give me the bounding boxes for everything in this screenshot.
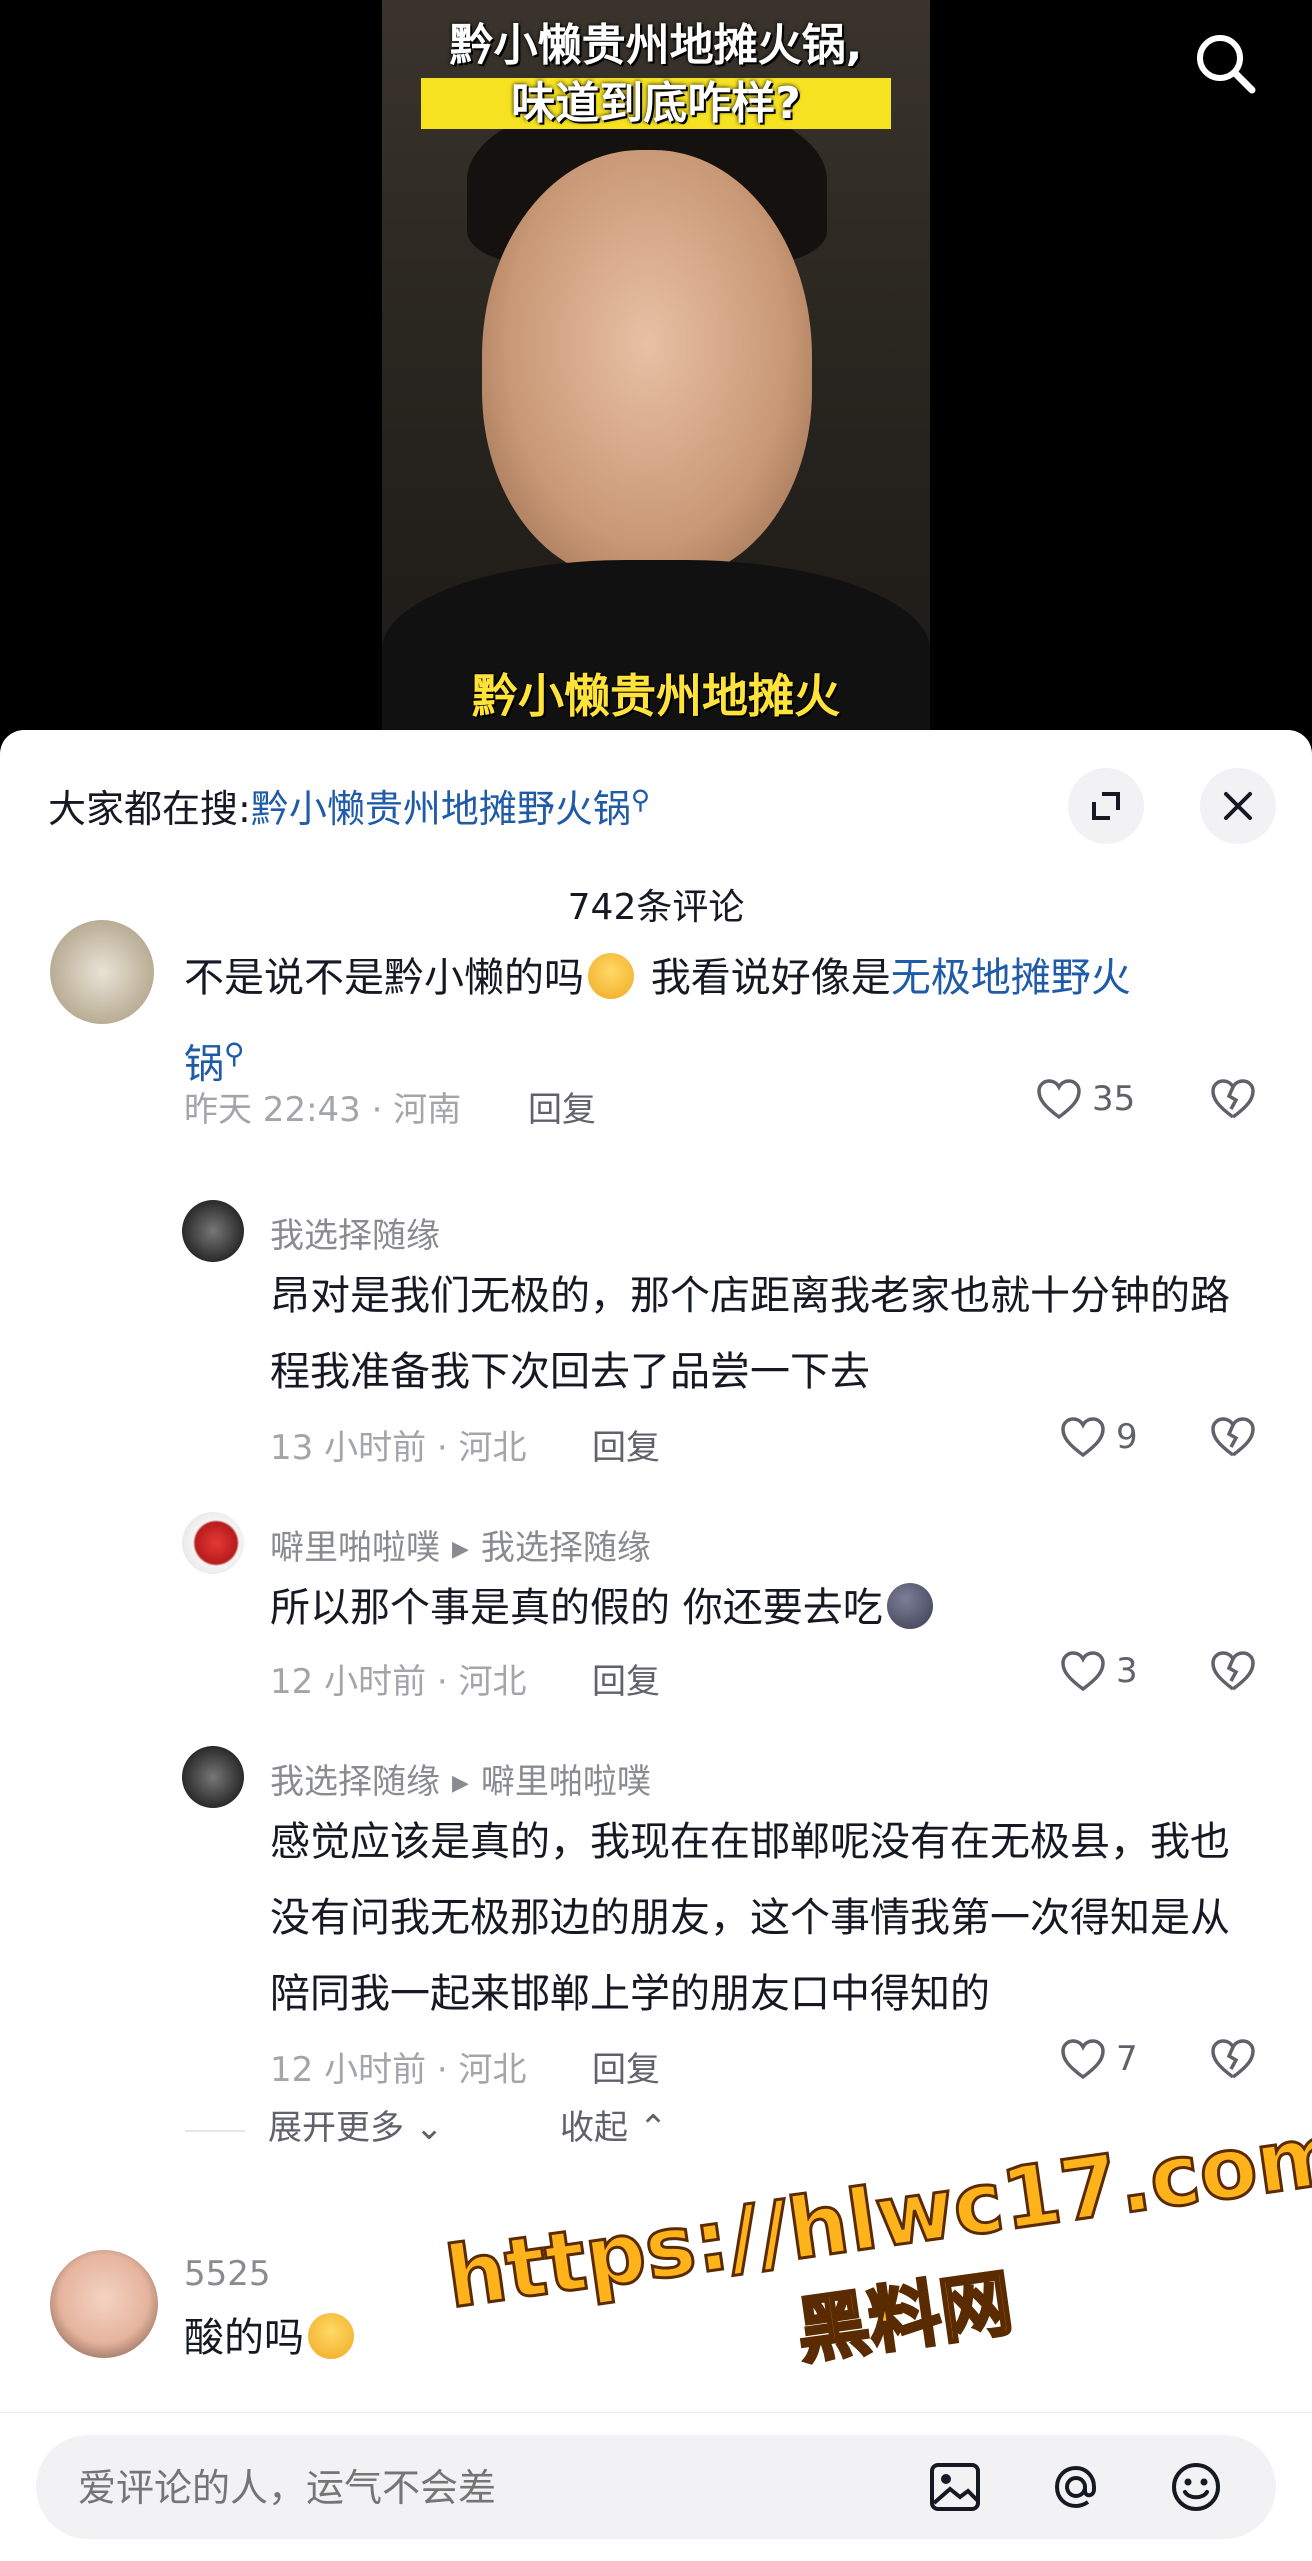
like-button[interactable]: 3 (1060, 1650, 1138, 1692)
heart-icon (1061, 2039, 1105, 2080)
image-button[interactable] (926, 2457, 986, 2517)
fullscreen-button[interactable] (1068, 768, 1144, 844)
comment-item: 不是说不是黔小懒的吗 我看说好像是无极地摊野火 锅⚲ 昨天 22:43 · 河南 … (0, 920, 1312, 1210)
reply-to-username[interactable]: 我选择随缘 (481, 1528, 651, 1568)
reply-header: 我选择随缘 ▶ 噼里啪啦噗 (270, 1754, 651, 1803)
comment-text: 酸的吗 (184, 2300, 1184, 2376)
close-icon (1224, 792, 1252, 820)
username[interactable]: 5525 (184, 2254, 271, 2294)
reply-header: 噼里啪啦噗 ▶ 我选择随缘 (270, 1520, 651, 1569)
thinking-emoji-icon (308, 2313, 354, 2359)
broken-heart-icon (1211, 1417, 1255, 1457)
username[interactable]: 我选择随缘 (270, 1208, 440, 1257)
video-player[interactable]: 黔小懒贵州地摊火锅, 味道到底咋样? 黔小懒贵州地摊火 (0, 0, 1312, 735)
dislike-button[interactable] (1210, 1078, 1256, 1124)
thread-controls: 展开更多 ⌄ 收起 ⌃ (0, 2100, 1312, 2160)
comment-text-part1: 不是说不是黔小懒的吗 (184, 955, 584, 1001)
hot-search-prefix: 大家都在搜: (48, 787, 251, 831)
comment-meta: 12 小时前 · 河北 (270, 2050, 527, 2090)
emoji-button[interactable] (1166, 2457, 1226, 2517)
heart-icon (1061, 1651, 1105, 1692)
chevron-up-icon: ⌃ (638, 2108, 668, 2148)
like-count: 7 (1116, 2039, 1138, 2079)
divider (185, 2130, 245, 2132)
reply-button[interactable]: 回复 (528, 1082, 596, 1131)
avatar[interactable] (50, 920, 154, 1024)
like-count: 9 (1116, 1417, 1138, 1457)
like-count: 3 (1116, 1651, 1138, 1691)
comment-meta: 昨天 22:43 · 河南 (184, 1090, 462, 1130)
reply-button[interactable]: 回复 (592, 1420, 660, 1469)
comment-input-bar (0, 2412, 1312, 2561)
reply-item: 我选择随缘 ▶ 噼里啪啦噗 感觉应该是真的，我现在在邯郸呢没有在无极县，我也没有问我… (0, 1746, 1312, 2090)
avatar[interactable] (182, 1200, 244, 1262)
broken-heart-icon (1211, 1079, 1255, 1119)
comment-text-part2: 我看说好像是 (638, 955, 891, 1001)
collapse-button[interactable]: 收起 ⌃ (560, 2100, 667, 2149)
reply-item: 我选择随缘 昂对是我们无极的，那个店距离我老家也就十分钟的路程我准备我下次回去了… (0, 1200, 1312, 1500)
dark-face-emoji-icon (886, 1583, 933, 1629)
comment-text-body: 酸的吗 (184, 2315, 304, 2361)
emoji-icon (1172, 2463, 1220, 2511)
expand-more-button[interactable]: 展开更多 ⌄ (268, 2100, 443, 2149)
video-caption-line2: 味道到底咋样? (382, 76, 930, 132)
surprised-emoji-icon (588, 953, 634, 999)
reply-button[interactable]: 回复 (592, 2042, 660, 2091)
comment-search-keyword[interactable]: 无极地摊野火 (891, 955, 1131, 1001)
comment-input[interactable] (76, 2465, 900, 2511)
hot-search-keyword[interactable]: 黔小懒贵州地摊野火锅 (251, 787, 631, 831)
like-count: 35 (1092, 1079, 1136, 1119)
expand-more-label: 展开更多 (268, 2108, 404, 2148)
avatar[interactable] (50, 2250, 158, 2358)
username[interactable]: 噼里啪啦噗 (270, 1528, 440, 1568)
at-icon (1054, 2465, 1096, 2509)
like-button[interactable]: 9 (1060, 1416, 1138, 1458)
reply-button[interactable]: 回复 (592, 1654, 660, 1703)
image-icon (930, 2463, 980, 2511)
comment-input-box[interactable] (36, 2435, 1276, 2539)
video-frame: 黔小懒贵州地摊火锅, 味道到底咋样? 黔小懒贵州地摊火 (382, 0, 930, 735)
person-face (482, 150, 812, 580)
dislike-button[interactable] (1210, 1416, 1256, 1462)
comment-sheet: 大家都在搜:黔小懒贵州地摊野火锅⚲ 742条评论 不是说不是黔小懒的吗 我看说好… (0, 730, 1312, 2560)
comment-text: 昂对是我们无极的，那个店距离我老家也就十分钟的路程我准备我下次回去了品尝一下去 (270, 1273, 1230, 1395)
comment-text: 所以那个事是真的假的 你还要去吃 (270, 1570, 1260, 1646)
username[interactable]: 我选择随缘 (270, 1762, 440, 1802)
like-button[interactable]: 35 (1036, 1078, 1135, 1120)
collapse-label: 收起 (560, 2108, 628, 2148)
comment-search-keyword-end[interactable]: 锅 (184, 1041, 224, 1087)
chevron-down-icon: ⌄ (414, 2108, 444, 2148)
comment-text: 感觉应该是真的，我现在在邯郸呢没有在无极县，我也没有问我无极那边的朋友，这个事情… (270, 1819, 1230, 2017)
reply-item: 噼里啪啦噗 ▶ 我选择随缘 所以那个事是真的假的 你还要去吃 12 小时前 · 河北… (0, 1512, 1312, 1732)
comment-meta: 12 小时前 · 河北 (270, 1662, 527, 1702)
search-small-icon: ⚲ (224, 1037, 245, 1070)
comment-count: 742条评论 (567, 887, 745, 928)
broken-heart-icon (1211, 1651, 1255, 1691)
hot-search[interactable]: 大家都在搜:黔小懒贵州地摊野火锅⚲ (48, 778, 650, 833)
comment-text-body: 所以那个事是真的假的 你还要去吃 (270, 1585, 883, 1631)
comment-meta: 13 小时前 · 河北 (270, 1428, 527, 1468)
search-small-icon: ⚲ (630, 785, 650, 816)
like-button[interactable]: 7 (1060, 2038, 1138, 2080)
dislike-button[interactable] (1210, 2038, 1256, 2084)
heart-icon (1037, 1079, 1081, 1120)
broken-heart-icon (1211, 2039, 1255, 2079)
search-icon (1197, 35, 1256, 94)
sheet-header: 大家都在搜:黔小懒贵州地摊野火锅⚲ (0, 730, 1312, 880)
dislike-button[interactable] (1210, 1650, 1256, 1696)
video-caption-line2-text: 味道到底咋样? (421, 78, 891, 129)
video-subtitle: 黔小懒贵州地摊火 (472, 669, 840, 723)
close-button[interactable] (1200, 768, 1276, 844)
reply-arrow-icon: ▶ (452, 1771, 469, 1796)
video-caption-line1: 黔小懒贵州地摊火锅, (449, 20, 863, 71)
mention-button[interactable] (1046, 2457, 1106, 2517)
reply-to-username[interactable]: 噼里啪啦噗 (481, 1762, 651, 1802)
avatar[interactable] (182, 1512, 244, 1574)
search-button[interactable] (1190, 28, 1260, 98)
reply-arrow-icon: ▶ (452, 1537, 469, 1562)
expand-icon (1092, 792, 1120, 820)
heart-icon (1061, 1417, 1105, 1458)
avatar[interactable] (182, 1746, 244, 1808)
